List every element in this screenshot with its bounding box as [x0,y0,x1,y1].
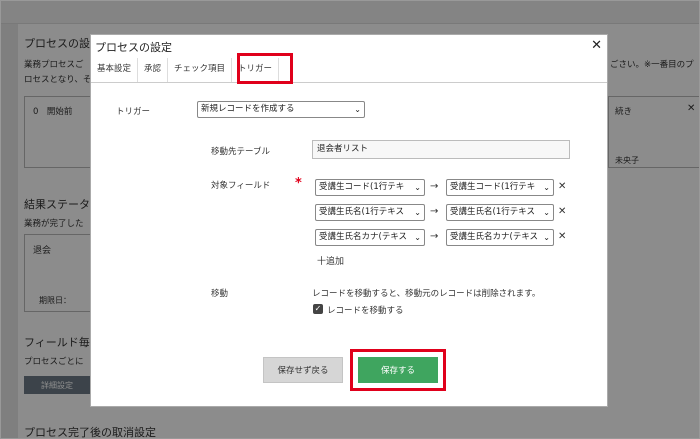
trigger-label: トリガー [116,107,151,117]
mapping-1-source-value: 受講生コード(1行テキ [319,182,405,192]
chevron-down-icon: ⌄ [354,105,361,114]
tab-basic-settings[interactable]: 基本設定 [91,58,139,82]
chevron-down-icon: ⌄ [543,208,550,217]
process-settings-dialog: プロセスの設定 ✕ 基本設定 承認 チェック項目 トリガー トリガー 新規レコー… [90,34,608,407]
cancel-button[interactable]: 保存せず戻る [263,357,343,383]
save-button[interactable]: 保存する [358,357,438,383]
chevron-down-icon: ⌄ [543,233,550,242]
mapping-2-dest-select[interactable]: 受講生氏名(1行テキス ⌄ [446,204,554,221]
mapping-1-source-select[interactable]: 受講生コード(1行テキ ⌄ [315,179,425,196]
move-label: 移動 [211,289,229,299]
target-fields-label: 対象フィールド [211,181,271,191]
trigger-select[interactable]: 新規レコードを作成する ⌄ [197,101,365,118]
chevron-down-icon: ⌄ [414,183,421,192]
arrow-right-icon: → [430,231,439,242]
mapping-3-source-select[interactable]: 受講生氏名カナ(テキス ⌄ [315,229,425,246]
mapping-3-dest-value: 受講生氏名カナ(テキス [450,232,539,242]
mapping-3-remove-icon[interactable]: ✕ [558,231,566,242]
mapping-2-remove-icon[interactable]: ✕ [558,206,566,217]
tab-check-items[interactable]: チェック項目 [168,58,233,82]
mapping-2-dest-value: 受講生氏名(1行テキス [450,207,535,217]
close-icon[interactable]: ✕ [591,38,602,53]
arrow-right-icon: → [430,206,439,217]
mapping-3-source-value: 受講生氏名カナ(テキス [319,232,408,242]
trigger-select-value: 新規レコードを作成する [201,104,295,114]
dest-table-field[interactable]: 退会者リスト [312,140,570,159]
dialog-title: プロセスの設定 [95,41,172,54]
mapping-2-source-select[interactable]: 受講生氏名(1行テキス ⌄ [315,204,425,221]
mapping-1-dest-value: 受講生コード(1行テキ [450,182,536,192]
mapping-2-source-value: 受講生氏名(1行テキス [319,207,404,217]
tab-bar: 基本設定 承認 チェック項目 トリガー [91,58,607,83]
mapping-1-dest-select[interactable]: 受講生コード(1行テキ ⌄ [446,179,554,196]
arrow-right-icon: → [430,181,439,192]
tab-trigger[interactable]: トリガー [232,58,280,82]
chevron-down-icon: ⌄ [414,208,421,217]
move-record-checkbox[interactable]: ✓ [313,304,323,314]
mapping-3-dest-select[interactable]: 受講生氏名カナ(テキス ⌄ [446,229,554,246]
move-record-checkbox-label: レコードを移動する [327,306,404,316]
chevron-down-icon: ⌄ [414,233,421,242]
required-mark: * [295,176,302,191]
add-mapping-button[interactable]: 十追加 [317,254,344,267]
tab-approval[interactable]: 承認 [138,58,169,82]
dest-table-label: 移動先テーブル [211,147,270,157]
chevron-down-icon: ⌄ [543,183,550,192]
move-note: レコードを移動すると、移動元のレコードは削除されます。 [312,289,541,299]
mapping-1-remove-icon[interactable]: ✕ [558,181,566,192]
